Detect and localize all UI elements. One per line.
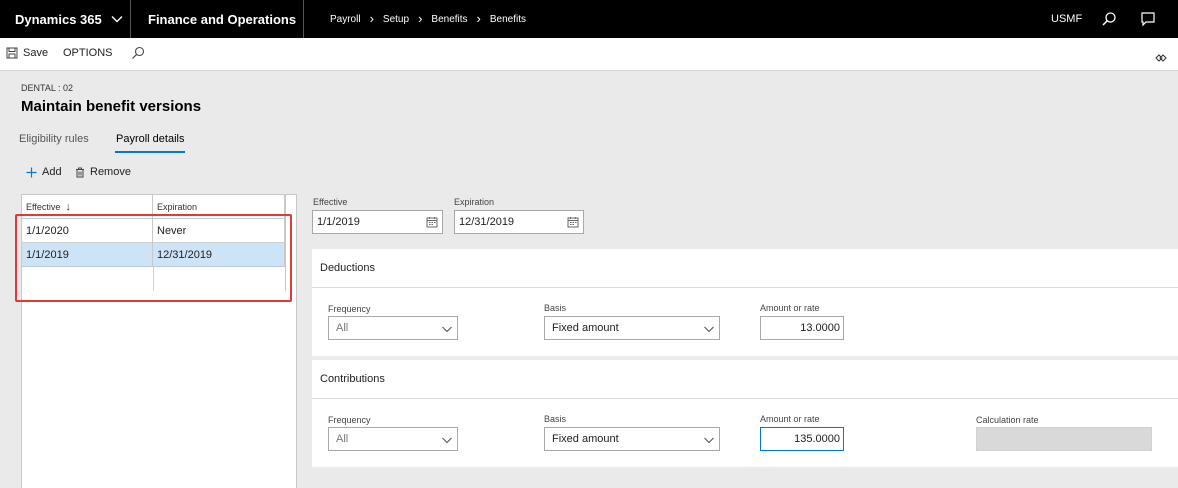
app-launcher[interactable]: Dynamics 365 (0, 0, 131, 38)
chevron-right-icon: › (418, 11, 423, 26)
tab-payroll-details[interactable]: Payroll details (115, 133, 186, 153)
contributions-basis-label: Basis (544, 414, 567, 424)
breadcrumb: Payroll › Setup › Benefits › Benefits (330, 0, 526, 38)
brand-label: Dynamics 365 (15, 11, 102, 27)
calendar-icon[interactable] (426, 216, 438, 228)
pin-pane-icon[interactable] (1155, 50, 1167, 62)
deductions-section: Deductions Frequency All Basis Fixed amo… (312, 249, 1178, 356)
contributions-frequency-label: Frequency (328, 415, 371, 425)
action-pane: Save OPTIONS (0, 38, 1178, 71)
contributions-frequency-select[interactable]: All (328, 427, 458, 451)
trash-icon (76, 167, 84, 177)
contributions-section: Contributions Frequency All Basis Fixed … (312, 360, 1178, 467)
save-label: Save (23, 47, 49, 59)
chevron-down-icon (442, 437, 452, 444)
contributions-basis-value: Fixed amount (552, 433, 619, 445)
deductions-basis-select[interactable]: Fixed amount (544, 316, 720, 340)
contributions-amount-label: Amount or rate (760, 414, 820, 424)
add-button[interactable]: Add (26, 166, 62, 178)
column-header-effective-label: Effective (26, 202, 61, 212)
feedback-icon[interactable] (1140, 11, 1156, 27)
contributions-basis-select[interactable]: Fixed amount (544, 427, 720, 451)
deductions-frequency-label: Frequency (328, 304, 371, 314)
add-label: Add (42, 166, 62, 178)
calculation-rate-field (976, 427, 1152, 451)
company-picker[interactable]: USMF (1051, 0, 1082, 38)
search-icon[interactable] (1101, 11, 1117, 27)
contributions-amount-field[interactable]: 135.0000 (760, 427, 844, 451)
breadcrumb-item-benefits-current[interactable]: Benefits (490, 14, 526, 25)
tab-payroll-details-label: Payroll details (116, 133, 185, 145)
page-title: Maintain benefit versions (21, 98, 202, 115)
search-icon[interactable] (131, 46, 145, 60)
highlight-box (15, 214, 292, 302)
chevron-right-icon: › (476, 11, 481, 26)
effective-date-value: 1/1/2019 (317, 216, 360, 228)
tab-eligibility-rules[interactable]: Eligibility rules (19, 133, 89, 145)
expiration-date-value: 12/31/2019 (459, 216, 515, 228)
deductions-frequency-select[interactable]: All (328, 316, 458, 340)
deductions-header[interactable]: Deductions (312, 249, 1178, 288)
deductions-frequency-value: All (336, 322, 349, 334)
record-caption: DENTAL : 02 (21, 83, 74, 93)
app-name: Finance and Operations (131, 0, 304, 38)
options-button[interactable]: OPTIONS (63, 47, 113, 59)
save-icon (6, 47, 18, 59)
save-button[interactable]: Save (6, 47, 48, 59)
breadcrumb-item-payroll[interactable]: Payroll (330, 14, 361, 25)
contributions-header[interactable]: Contributions (312, 360, 1178, 399)
remove-button[interactable]: Remove (75, 166, 131, 178)
top-navbar: Dynamics 365 Finance and Operations Payr… (0, 0, 1178, 38)
active-tab-indicator (115, 151, 186, 153)
chevron-down-icon (704, 437, 714, 444)
breadcrumb-item-setup[interactable]: Setup (383, 14, 409, 25)
expiration-date-label: Expiration (454, 197, 495, 207)
calendar-icon[interactable] (567, 216, 579, 228)
plus-icon (26, 167, 37, 177)
deductions-basis-label: Basis (544, 303, 567, 313)
breadcrumb-item-benefits[interactable]: Benefits (431, 14, 467, 25)
chevron-down-icon (110, 12, 124, 26)
chevron-right-icon: › (369, 11, 374, 26)
calculation-rate-label: Calculation rate (976, 415, 1039, 425)
chevron-down-icon (704, 326, 714, 333)
chevron-down-icon (442, 326, 452, 333)
expiration-date-field[interactable]: 12/31/2019 (454, 210, 584, 234)
deductions-basis-value: Fixed amount (552, 322, 619, 334)
remove-label: Remove (90, 166, 131, 178)
effective-date-label: Effective (313, 197, 348, 207)
sort-descending-icon: ↓ (65, 201, 71, 213)
contributions-frequency-value: All (336, 433, 349, 445)
deductions-amount-field[interactable]: 13.0000 (760, 316, 844, 340)
effective-date-field[interactable]: 1/1/2019 (312, 210, 443, 234)
deductions-amount-label: Amount or rate (760, 303, 820, 313)
